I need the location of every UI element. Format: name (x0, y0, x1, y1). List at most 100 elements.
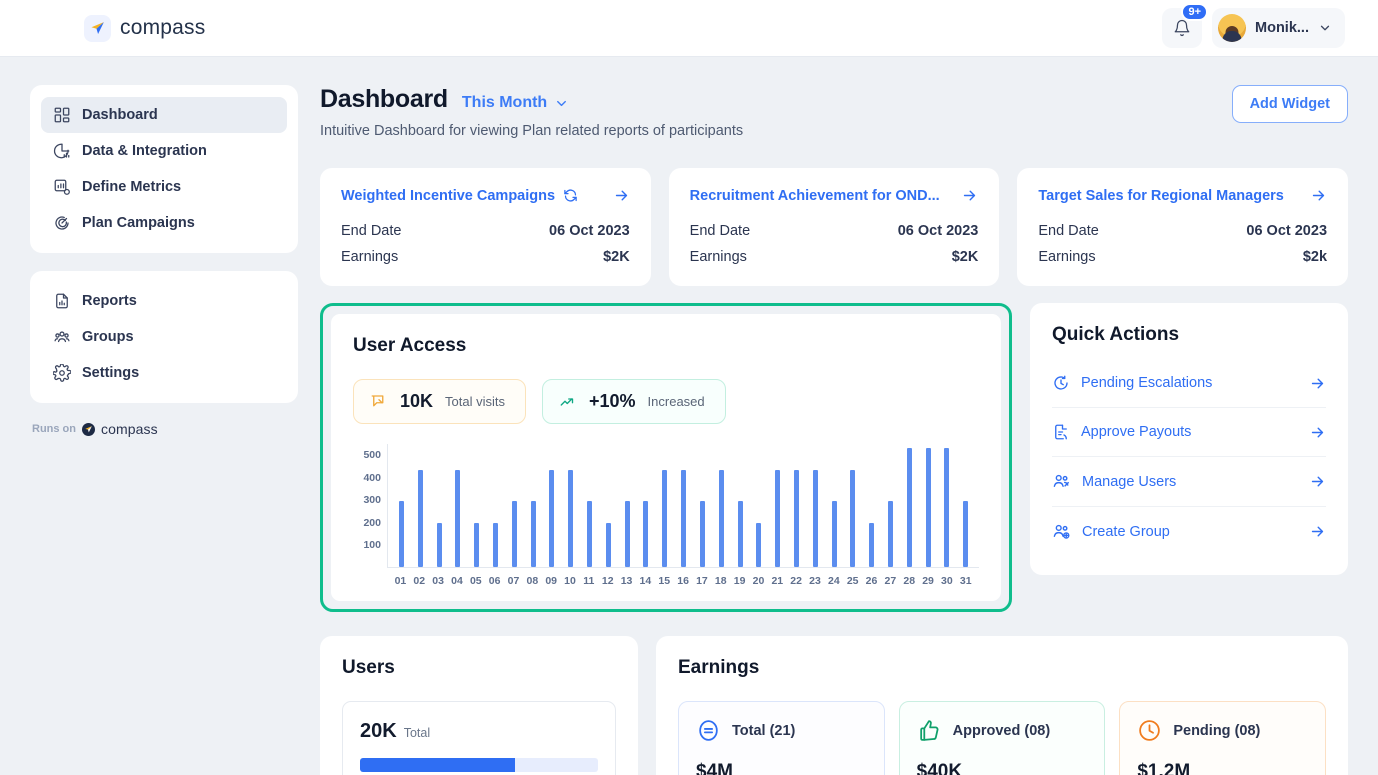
chart-bar[interactable] (492, 523, 498, 567)
chart-bar[interactable] (831, 501, 837, 567)
arrow-right-icon[interactable] (1310, 187, 1327, 204)
chart-bar[interactable] (718, 469, 724, 567)
user-menu[interactable]: Monik... (1212, 8, 1345, 48)
arrow-right-icon[interactable] (613, 187, 630, 204)
chart-bar-column[interactable] (862, 444, 881, 567)
chart-bar[interactable] (474, 523, 480, 567)
compass-paper-plane-icon (82, 422, 95, 436)
chart-bar[interactable] (699, 501, 705, 567)
campaign-card[interactable]: Weighted Incentive Campaigns End Date 06… (320, 168, 651, 286)
chart-bar-column[interactable] (599, 444, 618, 567)
chart-bar[interactable] (888, 501, 894, 567)
chart-bar-column[interactable] (825, 444, 844, 567)
sidebar-item-define-metrics[interactable]: Define Metrics (41, 169, 287, 205)
chart-bar-column[interactable] (881, 444, 900, 567)
arrow-right-icon[interactable] (1309, 473, 1326, 490)
period-selector[interactable]: This Month (462, 94, 569, 112)
sidebar-item-reports[interactable]: Reports (41, 283, 287, 319)
chart-bar-column[interactable] (749, 444, 768, 567)
earnings-tile-pending: Pending (08) $1.2M (1119, 701, 1327, 775)
chart-bar[interactable] (775, 469, 781, 567)
chart-bar-column[interactable] (731, 444, 750, 567)
arrow-right-icon[interactable] (1309, 424, 1326, 441)
chart-bar[interactable] (944, 448, 950, 567)
user-access-panel-selected[interactable]: User Access 10K Total visits +10% Increa… (320, 303, 1012, 612)
mid-row: User Access 10K Total visits +10% Increa… (320, 303, 1348, 612)
quick-action-pending-escalations[interactable]: Pending Escalations (1052, 359, 1326, 408)
users-total-row: 20K Total (360, 720, 598, 743)
chart-bar-column[interactable] (430, 444, 449, 567)
chart-bar-column[interactable] (637, 444, 656, 567)
chart-bar[interactable] (643, 501, 649, 567)
chart-bar-column[interactable] (618, 444, 637, 567)
chart-bar-column[interactable] (448, 444, 467, 567)
chart-bar[interactable] (681, 469, 687, 567)
chart-bar[interactable] (605, 523, 611, 567)
chart-bar-column[interactable] (524, 444, 543, 567)
chart-bar-column[interactable] (768, 444, 787, 567)
sidebar-item-label: Define Metrics (82, 179, 182, 195)
sidebar-item-dashboard[interactable]: Dashboard (41, 97, 287, 133)
sidebar-item-plan-campaigns[interactable]: Plan Campaigns (41, 205, 287, 241)
sidebar-item-groups[interactable]: Groups (41, 319, 287, 355)
quick-action-approve-payouts[interactable]: Approve Payouts (1052, 408, 1326, 457)
chart-bar[interactable] (436, 523, 442, 567)
chart-bar[interactable] (793, 469, 799, 567)
chart-bar[interactable] (869, 523, 875, 567)
notifications-button[interactable]: 9+ (1162, 3, 1209, 48)
chart-bar[interactable] (662, 469, 668, 567)
chart-bar[interactable] (812, 469, 818, 567)
campaign-card[interactable]: Target Sales for Regional Managers End D… (1017, 168, 1349, 286)
stat-chip-increase: +10% Increased (542, 379, 726, 424)
chart-bar-column[interactable] (580, 444, 599, 567)
arrow-right-icon[interactable] (1309, 523, 1326, 540)
chart-bar-column[interactable] (486, 444, 505, 567)
brand-logo[interactable]: compass (84, 14, 205, 42)
chart-bar-column[interactable] (787, 444, 806, 567)
earnings-tile-header: Pending (08) (1137, 718, 1308, 743)
chart-bar[interactable] (587, 501, 593, 567)
chart-bar[interactable] (850, 469, 856, 567)
chart-bar[interactable] (737, 501, 743, 567)
chart-bar[interactable] (925, 448, 931, 567)
chart-bar-column[interactable] (900, 444, 919, 567)
chart-x-tick: 23 (809, 575, 821, 587)
chart-bar[interactable] (906, 448, 912, 567)
chart-bar[interactable] (963, 501, 969, 567)
chart-bar[interactable] (549, 469, 555, 567)
chart-bar-column[interactable] (674, 444, 693, 567)
chart-bar-column[interactable] (561, 444, 580, 567)
sidebar-item-settings[interactable]: Settings (41, 355, 287, 391)
chart-bar[interactable] (417, 469, 423, 567)
chart-bar-column[interactable] (505, 444, 524, 567)
chart-bar-column[interactable] (543, 444, 562, 567)
chart-bar-column[interactable] (392, 444, 411, 567)
chart-bar[interactable] (511, 501, 517, 567)
chart-bar-column[interactable] (411, 444, 430, 567)
arrow-right-icon[interactable] (1309, 375, 1326, 392)
chart-bar-column[interactable] (956, 444, 975, 567)
chart-bar-column[interactable] (655, 444, 674, 567)
add-widget-button[interactable]: Add Widget (1231, 85, 1348, 123)
chart-bar-column[interactable] (938, 444, 957, 567)
sidebar-item-data-integration[interactable]: Data & Integration (41, 133, 287, 169)
earnings-card: Earnings Total (21) $4M Approved (08) $4… (656, 636, 1348, 775)
chart-y-tick: 100 (363, 539, 381, 552)
chart-bar[interactable] (568, 469, 574, 567)
chart-bar-column[interactable] (844, 444, 863, 567)
chart-bar-column[interactable] (806, 444, 825, 567)
chart-bar[interactable] (398, 501, 404, 567)
quick-actions-card: Quick Actions Pending Escalations Approv… (1030, 303, 1348, 575)
quick-action-create-group[interactable]: Create Group (1052, 507, 1326, 556)
chart-bar-column[interactable] (693, 444, 712, 567)
chart-bar-column[interactable] (712, 444, 731, 567)
chart-bar[interactable] (455, 469, 461, 567)
chart-bar[interactable] (756, 523, 762, 567)
chart-bar[interactable] (624, 501, 630, 567)
quick-action-manage-users[interactable]: Manage Users (1052, 457, 1326, 507)
chart-bar-column[interactable] (467, 444, 486, 567)
chart-bar-column[interactable] (919, 444, 938, 567)
arrow-right-icon[interactable] (961, 187, 978, 204)
chart-bar[interactable] (530, 501, 536, 567)
campaign-card[interactable]: Recruitment Achievement for OND... End D… (668, 168, 1000, 286)
